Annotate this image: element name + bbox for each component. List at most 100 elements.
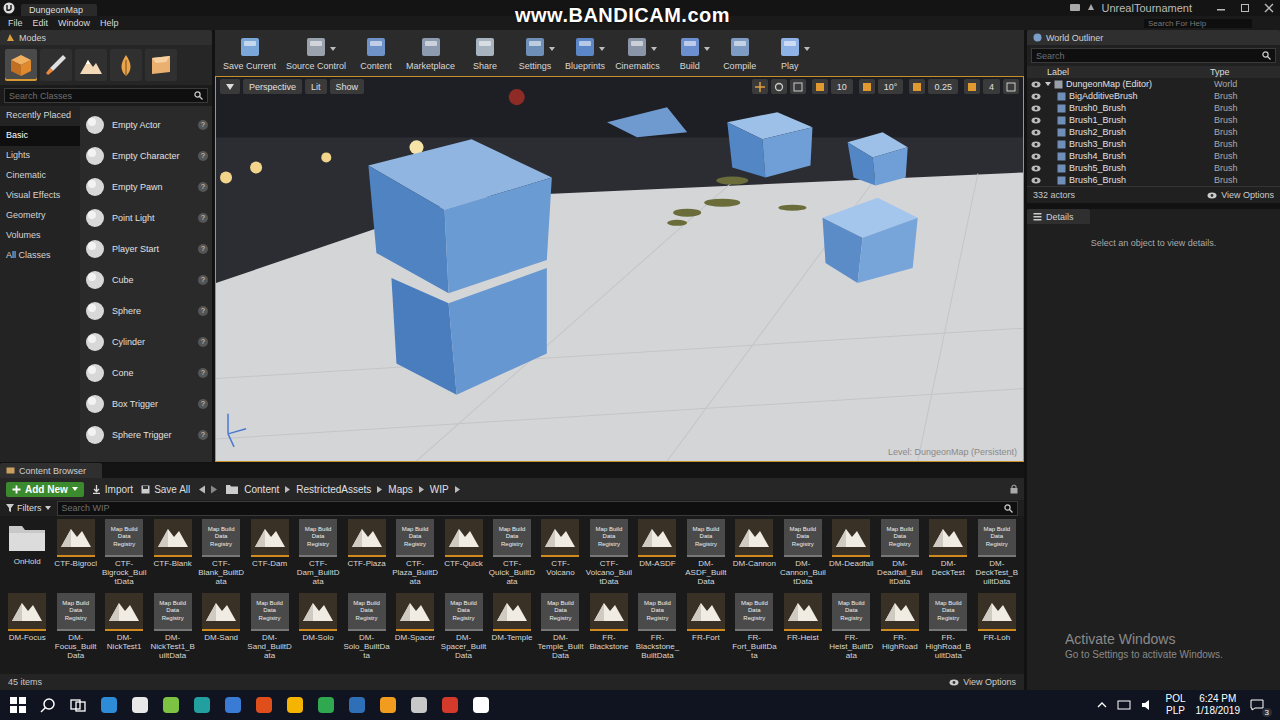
asset-tile[interactable]: DM-Sand (198, 593, 244, 665)
visibility-eye-icon[interactable] (1031, 141, 1041, 148)
pinned-app-icon[interactable] (317, 696, 335, 714)
toolbar-button[interactable]: Settings (511, 35, 559, 71)
category-item[interactable]: Lights (0, 146, 80, 166)
outliner-row[interactable]: Brush1_BrushBrush (1027, 114, 1280, 126)
maximize-viewport-button[interactable] (1003, 79, 1019, 94)
asset-tile[interactable]: DM-Focus (4, 593, 50, 665)
placeable-item[interactable]: Box Trigger? (80, 388, 212, 419)
asset-tile[interactable]: Map Build Data RegistryDM-Solo_BuiltData (343, 593, 389, 665)
scale-button[interactable] (790, 79, 806, 94)
document-tab[interactable]: DungeonMap (21, 4, 97, 16)
asset-tile[interactable]: Map Build Data RegistryCTF-Quick_BuiltDa… (489, 519, 535, 591)
placeable-item[interactable]: Cylinder? (80, 326, 212, 357)
snap-toggle[interactable] (859, 79, 875, 94)
help-button[interactable]: ? (198, 275, 208, 285)
tray-overflow-icon[interactable] (1097, 701, 1107, 709)
lit-button[interactable]: Lit (305, 79, 327, 94)
toolbar-button[interactable]: Save Current (219, 35, 280, 71)
save-all-button[interactable]: Save All (141, 484, 190, 495)
input-language[interactable]: POLPLP (1165, 693, 1185, 717)
visibility-eye-icon[interactable] (1031, 117, 1041, 124)
dropdown-arrow-icon[interactable] (599, 47, 605, 51)
show-button[interactable]: Show (330, 79, 365, 94)
pinned-app-icon[interactable] (193, 696, 211, 714)
toolbar-button[interactable]: Share (461, 35, 509, 71)
category-item[interactable]: Cinematic (0, 166, 80, 186)
crumb-separator-icon[interactable] (285, 486, 290, 493)
toolbar-button[interactable]: Build (666, 35, 714, 71)
column-header[interactable]: Label (1047, 67, 1210, 77)
asset-tile[interactable]: Map Build Data RegistryDM-Temple_BuiltDa… (537, 593, 583, 665)
path-crumb[interactable]: WIP (430, 484, 449, 495)
windows-start-icon[interactable] (10, 697, 26, 713)
asset-tile[interactable]: Map Build Data RegistryDM-DeckTest_Built… (974, 519, 1020, 591)
help-button[interactable]: ? (198, 368, 208, 378)
action-center-button[interactable]: 3 (1250, 699, 1270, 711)
mode-tool[interactable] (75, 49, 107, 81)
class-search[interactable]: Search Classes (4, 88, 208, 103)
crumb-separator-icon[interactable] (419, 486, 424, 493)
asset-tile[interactable]: CTF-Bigrocl (52, 519, 98, 591)
back-icon[interactable] (198, 485, 206, 494)
add-new-button[interactable]: Add New (6, 482, 84, 497)
asset-tile[interactable]: Map Build Data RegistryFR-Blackstone_Bui… (634, 593, 680, 665)
path-crumb[interactable]: Maps (388, 484, 412, 495)
dropdown-arrow-icon[interactable] (651, 47, 657, 51)
clock[interactable]: 6:24 PM1/18/2019 (1196, 693, 1241, 717)
viewport[interactable]: PerspectiveLitShow1010°0.254Level: Dunge… (215, 76, 1024, 462)
asset-tile[interactable]: Map Build Data RegistryFR-HighRoad_Built… (925, 593, 971, 665)
view-options-button[interactable]: View Options (949, 677, 1016, 687)
asset-tile[interactable]: Map Build Data RegistryDM-ASDF_BuiltData (683, 519, 729, 591)
network-icon[interactable] (1117, 699, 1131, 711)
visibility-eye-icon[interactable] (1031, 177, 1041, 184)
asset-tile[interactable]: Map Build Data RegistryDM-Cannon_BuiltDa… (780, 519, 826, 591)
visibility-eye-icon[interactable] (1031, 165, 1041, 172)
asset-tile[interactable]: Map Build Data RegistryCTF-Plaza_BuiltDa… (392, 519, 438, 591)
crumb-separator-icon[interactable] (377, 486, 382, 493)
category-item[interactable]: Volumes (0, 226, 80, 246)
menu-item[interactable]: Edit (33, 18, 49, 28)
visibility-eye-icon[interactable] (1031, 93, 1041, 100)
asset-tile[interactable]: CTF-Plaza (343, 519, 389, 591)
asset-tile[interactable]: CTF-Quick (440, 519, 486, 591)
pinned-app-icon[interactable] (162, 696, 180, 714)
content-browser-tab[interactable]: Content Browser (0, 463, 102, 478)
path-crumb[interactable]: Content (244, 484, 279, 495)
maximize-icon[interactable] (1240, 3, 1250, 13)
help-button[interactable]: ? (198, 337, 208, 347)
help-button[interactable]: ? (198, 182, 208, 192)
snap-toggle[interactable] (812, 79, 828, 94)
forward-icon[interactable] (210, 485, 218, 494)
asset-tile[interactable]: DM-Spacer (392, 593, 438, 665)
category-item[interactable]: Geometry (0, 206, 80, 226)
snap-value[interactable]: 10° (878, 79, 904, 94)
outliner-row[interactable]: BigAdditiveBrushBrush (1027, 90, 1280, 102)
category-item[interactable]: All Classes (0, 246, 80, 266)
asset-tile[interactable]: CTF-Dam (246, 519, 292, 591)
pinned-app-icon[interactable] (100, 696, 118, 714)
asset-tile[interactable]: Map Build Data RegistryCTF-Blank_BuiltDa… (198, 519, 244, 591)
visibility-eye-icon[interactable] (1031, 81, 1041, 88)
asset-tile[interactable]: Map Build Data RegistryDM-Spacer_BuiltDa… (440, 593, 486, 665)
toolbar-button[interactable]: Compile (716, 35, 764, 71)
snap-toggle[interactable] (964, 79, 980, 94)
help-button[interactable]: ? (198, 244, 208, 254)
help-button[interactable]: ? (198, 399, 208, 409)
toolbar-button[interactable]: Source Control (282, 35, 350, 71)
viewport-options-button[interactable] (220, 79, 240, 94)
help-button[interactable]: ? (198, 430, 208, 440)
pinned-app-icon[interactable] (255, 696, 273, 714)
toolbar-button[interactable]: Play (766, 35, 814, 71)
mode-tool[interactable] (145, 49, 177, 81)
pinned-app-icon[interactable] (472, 696, 490, 714)
pinned-app-icon[interactable] (286, 696, 304, 714)
asset-tile[interactable]: CTF-Blank (149, 519, 195, 591)
snap-value[interactable]: 10 (831, 79, 853, 94)
toolbar-button[interactable]: Blueprints (561, 35, 609, 71)
asset-tile[interactable]: Map Build Data RegistryDM-Focus_BuiltDat… (52, 593, 98, 665)
placeable-item[interactable]: Empty Actor? (80, 109, 212, 140)
placeable-item[interactable]: Empty Pawn? (80, 171, 212, 202)
visibility-eye-icon[interactable] (1031, 153, 1041, 160)
mode-tool[interactable] (110, 49, 142, 81)
asset-tile[interactable]: Map Build Data RegistryDM-NickTest1_Buil… (149, 593, 195, 665)
